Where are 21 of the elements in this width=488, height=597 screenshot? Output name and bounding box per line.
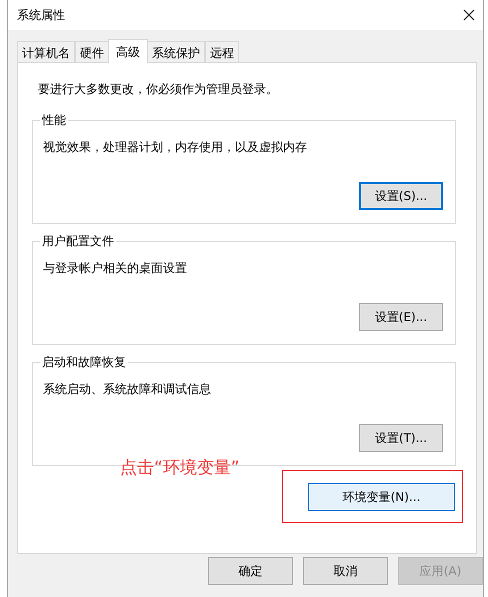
group-title: 用户配置文件	[40, 233, 116, 249]
dialog-button[interactable]: 取消	[303, 557, 388, 585]
tab[interactable]: 高级	[108, 39, 148, 63]
tab[interactable]: 硬件	[75, 41, 109, 63]
annotation-text: 点击“环境变量”	[120, 457, 240, 480]
close-icon[interactable]	[463, 9, 475, 21]
dialog-button[interactable]: 确定	[208, 557, 293, 585]
group-title: 启动和故障恢复	[40, 354, 128, 370]
settings-button[interactable]: 设置(T)...	[359, 424, 443, 452]
group-description: 视觉效果，处理器计划，内存使用，以及虚拟内存	[43, 139, 307, 156]
notice-text: 要进行大多数更改，你必须作为管理员登录。	[38, 81, 278, 98]
window-title: 系统属性	[17, 7, 65, 24]
settings-button[interactable]: 设置(S)...	[359, 182, 443, 210]
group-description: 与登录帐户相关的桌面设置	[43, 260, 187, 277]
tab[interactable]: 远程	[205, 41, 239, 63]
group-description: 系统启动、系统故障和调试信息	[43, 381, 211, 398]
environment-variables-button[interactable]: 环境变量(N)...	[308, 483, 455, 511]
settings-button[interactable]: 设置(E)...	[359, 303, 443, 331]
group-title: 性能	[40, 112, 68, 128]
tab[interactable]: 系统保护	[147, 41, 205, 63]
tab[interactable]: 计算机名	[17, 41, 75, 63]
